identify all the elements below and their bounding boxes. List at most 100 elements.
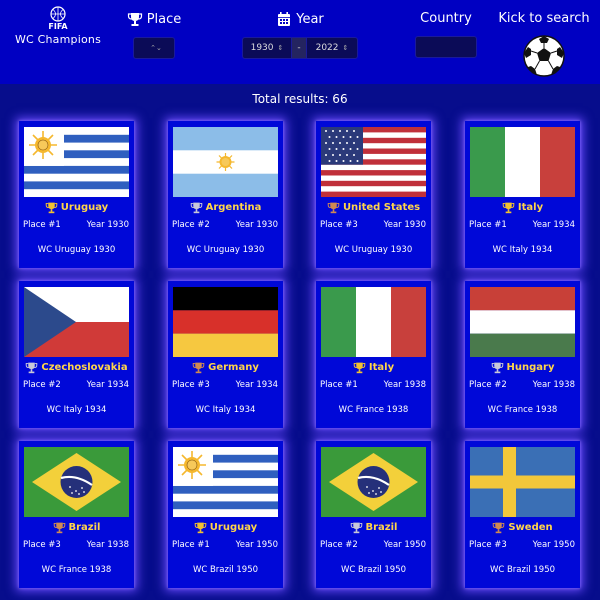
gold-trophy-icon	[45, 202, 58, 214]
card-country-name: Hungary	[506, 362, 555, 373]
year-range: 1930 ⇕ - 2022 ⇕	[240, 37, 360, 59]
year-filter: Year 1930 ⇕ - 2022 ⇕	[240, 11, 360, 59]
italy-flag-icon	[470, 127, 575, 197]
card-world-cup: WC Brazil 1950	[340, 565, 407, 575]
card-year: Year 1934	[235, 380, 278, 390]
card-place: Place #3	[320, 220, 358, 230]
chevron-updown-icon: ⌃⌄	[150, 44, 162, 52]
brazil-flag-icon	[321, 447, 426, 517]
place-select[interactable]: ⌃⌄	[133, 37, 175, 59]
usa-flag-icon	[321, 127, 426, 197]
card-world-cup: WC France 1938	[41, 565, 112, 575]
place-filter: Place ⌃⌄	[124, 11, 184, 59]
kick-label-text: Kick to search	[498, 11, 590, 26]
year-to-select[interactable]: 2022 ⇕	[306, 37, 358, 59]
card-country-name: Uruguay	[209, 522, 258, 533]
card-country-name: Germany	[208, 362, 259, 373]
result-card[interactable]: Italy Place #1 Year 1934 WC Italy 1934	[465, 121, 580, 268]
card-year: Year 1938	[532, 380, 575, 390]
trophy-icon	[127, 13, 142, 26]
total-results: Total results: 66	[252, 92, 348, 106]
card-world-cup: WC France 1938	[338, 405, 409, 415]
card-year: Year 1930	[86, 220, 129, 230]
card-world-cup: WC France 1938	[487, 405, 558, 415]
result-card[interactable]: Czechoslovakia Place #2 Year 1934 WC Ital…	[19, 281, 134, 428]
card-place: Place #2	[172, 220, 210, 230]
argentina-flag-icon	[173, 127, 278, 197]
card-world-cup: WC Italy 1934	[492, 245, 553, 255]
kick-search: Kick to search	[498, 11, 590, 78]
year-range-separator: -	[292, 37, 306, 59]
place-filter-label: Place	[124, 11, 184, 27]
card-year: Year 1950	[235, 540, 278, 550]
card-world-cup: WC Italy 1934	[195, 405, 256, 415]
country-input[interactable]	[415, 36, 477, 58]
fifa-logo-icon: FIFA	[48, 6, 68, 30]
gold-trophy-icon	[194, 522, 207, 534]
card-place: Place #2	[320, 540, 358, 550]
result-card[interactable]: Brazil Place #2 Year 1950 WC Brazil 1950	[316, 441, 431, 588]
place-label-text: Place	[146, 11, 182, 27]
brand: FIFA WC Champions	[8, 6, 108, 46]
card-place: Place #3	[23, 540, 61, 550]
result-card[interactable]: Uruguay Place #1 Year 1930 WC Uruguay 193…	[19, 121, 134, 268]
card-year: Year 1938	[383, 380, 426, 390]
card-country-name: Brazil	[68, 522, 101, 533]
card-country-name: Uruguay	[60, 202, 109, 213]
uruguay-flag-icon	[173, 447, 278, 517]
card-year: Year 1934	[86, 380, 129, 390]
year-to-value: 2022	[315, 43, 339, 53]
card-year: Year 1950	[383, 540, 426, 550]
bronze-trophy-icon	[327, 202, 340, 214]
card-country-name: Czechoslovakia	[41, 362, 128, 373]
card-country-name: Italy	[517, 202, 544, 213]
year-from-select[interactable]: 1930 ⇕	[242, 37, 292, 59]
year-from-value: 1930	[250, 43, 274, 53]
gold-trophy-icon	[502, 202, 515, 214]
card-country-name: Sweden	[508, 522, 553, 533]
country-filter: Country	[412, 11, 480, 58]
bronze-trophy-icon	[493, 522, 505, 534]
card-place: Place #2	[469, 380, 507, 390]
sweden-flag-icon	[470, 447, 575, 517]
chevron-updown-icon: ⇕	[342, 44, 349, 52]
chevron-updown-icon: ⇕	[277, 44, 284, 52]
card-world-cup: WC Uruguay 1930	[186, 245, 265, 255]
year-filter-label: Year	[240, 11, 360, 27]
card-country-name: Brazil	[365, 522, 398, 533]
card-year: Year 1930	[383, 220, 426, 230]
card-place: Place #1	[469, 220, 507, 230]
card-place: Place #3	[172, 380, 210, 390]
gold-trophy-icon	[353, 362, 366, 374]
card-year: Year 1950	[532, 540, 575, 550]
result-card[interactable]: Italy Place #1 Year 1938 WC France 1938	[316, 281, 431, 428]
silver-trophy-icon	[26, 362, 38, 374]
italy-flag-icon	[321, 287, 426, 357]
card-world-cup: WC Brazil 1950	[489, 565, 556, 575]
silver-trophy-icon	[491, 362, 503, 374]
app-title: WC Champions	[14, 33, 102, 46]
brazil-flag-icon	[24, 447, 129, 517]
result-card[interactable]: Sweden Place #3 Year 1950 WC Brazil 1950	[465, 441, 580, 588]
card-country-name: Italy	[368, 362, 395, 373]
card-year: Year 1934	[532, 220, 575, 230]
bronze-trophy-icon	[53, 522, 65, 534]
card-country-name: Argentina	[205, 202, 262, 213]
card-year: Year 1930	[235, 220, 278, 230]
uruguay-flag-icon	[24, 127, 129, 197]
result-card[interactable]: United States Place #3 Year 1930 WC Urugu…	[316, 121, 431, 268]
country-label-text: Country	[420, 11, 472, 26]
result-card[interactable]: Uruguay Place #1 Year 1950 WC Brazil 1950	[168, 441, 283, 588]
soccer-ball-search-button[interactable]	[522, 34, 566, 78]
year-label-text: Year	[296, 11, 324, 27]
silver-trophy-icon	[350, 522, 362, 534]
silver-trophy-icon	[190, 202, 202, 214]
germany-flag-icon	[173, 287, 278, 357]
card-world-cup: WC Uruguay 1930	[37, 245, 116, 255]
result-card[interactable]: Hungary Place #2 Year 1938 WC France 1938	[465, 281, 580, 428]
result-card[interactable]: Brazil Place #3 Year 1938 WC France 1938	[19, 441, 134, 588]
result-card[interactable]: Argentina Place #2 Year 1930 WC Uruguay 1…	[168, 121, 283, 268]
card-place: Place #2	[23, 380, 61, 390]
hungary-flag-icon	[470, 287, 575, 357]
result-card[interactable]: Germany Place #3 Year 1934 WC Italy 1934	[168, 281, 283, 428]
